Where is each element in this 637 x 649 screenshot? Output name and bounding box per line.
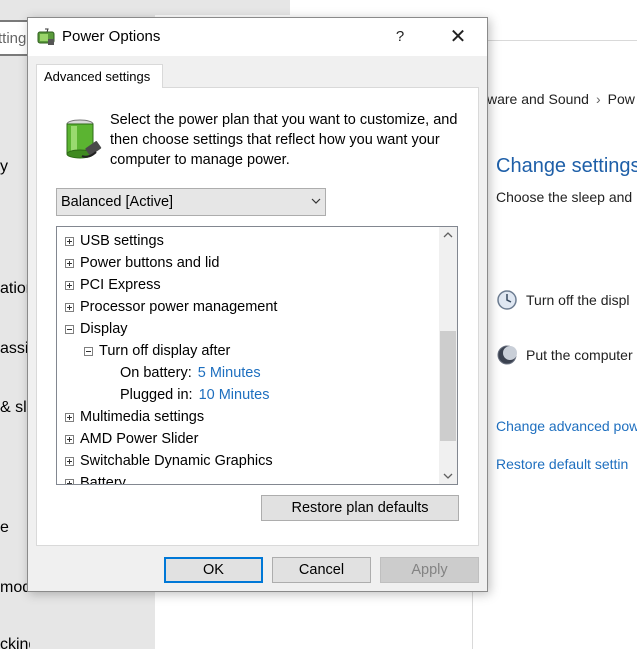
expand-plus-icon[interactable]: [65, 280, 74, 290]
display-timeout-row: Turn off the displ: [496, 289, 630, 311]
ok-button[interactable]: OK: [164, 557, 263, 583]
sleep-row: Put the computer: [496, 344, 633, 366]
change-advanced-link[interactable]: Change advanced pow: [496, 418, 637, 434]
battery-plug-icon: [66, 119, 102, 159]
expand-plus-icon[interactable]: [65, 456, 74, 466]
chevron-down-icon: [311, 198, 321, 204]
tree-item-amd-slider[interactable]: AMD Power Slider: [65, 428, 198, 450]
help-button[interactable]: ?: [380, 18, 420, 56]
settings-nav-item[interactable]: ation: [0, 280, 30, 298]
settings-search-input[interactable]: tting: [0, 20, 30, 56]
display-timeout-label: Turn off the displ: [526, 292, 630, 308]
plugged-in-value[interactable]: 10 Minutes: [199, 384, 270, 406]
tree-item-processor[interactable]: Processor power management: [65, 296, 277, 318]
expand-plus-icon[interactable]: [65, 236, 74, 246]
tree-item-multimedia[interactable]: Multimedia settings: [65, 406, 204, 428]
tree-item-label: AMD Power Slider: [80, 431, 199, 447]
sleep-moon-icon: [497, 345, 517, 365]
tree-item-pci[interactable]: PCI Express: [65, 274, 161, 296]
tree-item-label: USB settings: [80, 233, 164, 249]
expand-plus-icon[interactable]: [65, 478, 74, 484]
expand-plus-icon[interactable]: [65, 412, 74, 422]
display-timer-icon: [497, 290, 517, 310]
apply-button[interactable]: Apply: [380, 557, 479, 583]
tree-item-label: Processor power management: [80, 299, 278, 315]
power-plan-value: Balanced [Active]: [61, 194, 174, 210]
collapse-minus-icon[interactable]: [84, 346, 93, 356]
breadcrumb-item[interactable]: ware and Sound: [487, 91, 589, 107]
tree-item-display[interactable]: Display: [65, 318, 128, 340]
expand-plus-icon[interactable]: [65, 258, 74, 268]
scroll-up-icon[interactable]: [439, 227, 457, 244]
tree-item-label: Switchable Dynamic Graphics: [80, 453, 273, 469]
settings-nav-item[interactable]: mode: [0, 579, 30, 597]
on-battery-label: On battery:: [120, 365, 192, 381]
breadcrumb: ware and Sound › Pow: [487, 91, 635, 107]
page-title: Change settings: [496, 155, 637, 177]
tree-item-label: PCI Express: [80, 277, 161, 293]
dialog-titlebar[interactable]: Power Options ? ✕: [28, 18, 487, 56]
tree-item-on-battery[interactable]: On battery: 5 Minutes: [120, 362, 261, 384]
tree-item-label: Turn off display after: [99, 343, 231, 359]
plugged-in-label: Plugged in:: [120, 387, 193, 403]
close-icon[interactable]: ✕: [437, 18, 479, 56]
tree-scrollbar[interactable]: [439, 227, 457, 484]
power-plan-select[interactable]: Balanced [Active]: [56, 188, 326, 216]
power-options-icon: [37, 28, 55, 45]
settings-nav-item[interactable]: & sl: [0, 399, 30, 417]
scroll-down-icon[interactable]: [439, 467, 457, 484]
breadcrumb-item[interactable]: Pow: [608, 91, 635, 107]
tab-advanced-settings[interactable]: Advanced settings: [36, 64, 163, 88]
settings-nav-item[interactable]: y: [0, 158, 30, 176]
restore-plan-defaults-button[interactable]: Restore plan defaults: [261, 495, 459, 521]
settings-tree[interactable]: USB settings Power buttons and lid PCI E…: [56, 226, 458, 485]
expand-plus-icon[interactable]: [65, 302, 74, 312]
tree-item-usb[interactable]: USB settings: [65, 230, 164, 252]
power-options-dialog: Power Options ? ✕ Advanced settings Sele…: [27, 17, 488, 592]
tree-item-label: Power buttons and lid: [80, 255, 220, 271]
tree-item-switchable-graphics[interactable]: Switchable Dynamic Graphics: [65, 450, 273, 472]
page-subtitle: Choose the sleep and: [496, 189, 633, 205]
settings-nav-item[interactable]: e: [0, 519, 30, 537]
expand-plus-icon[interactable]: [65, 434, 74, 444]
scrollbar-thumb[interactable]: [440, 331, 456, 441]
tree-item-plugged-in[interactable]: Plugged in: 10 Minutes: [120, 384, 270, 406]
restore-default-link[interactable]: Restore default settin: [496, 456, 628, 472]
chevron-right-icon: ›: [595, 91, 601, 107]
tree-item-label: Display: [80, 321, 128, 337]
control-panel-border: [472, 40, 637, 41]
tree-item-label: Battery: [80, 475, 126, 485]
dialog-title: Power Options: [62, 28, 161, 45]
settings-nav-item[interactable]: cking: [0, 636, 30, 649]
advanced-settings-panel: Select the power plan that you want to c…: [36, 87, 479, 546]
settings-top-strip: [0, 0, 290, 15]
on-battery-value[interactable]: 5 Minutes: [198, 362, 261, 384]
tree-item-power-buttons[interactable]: Power buttons and lid: [65, 252, 219, 274]
tree-item-label: Multimedia settings: [80, 409, 205, 425]
cancel-button[interactable]: Cancel: [272, 557, 371, 583]
collapse-minus-icon[interactable]: [65, 324, 74, 334]
settings-nav-item[interactable]: assis: [0, 340, 30, 358]
sleep-label: Put the computer: [526, 347, 633, 363]
search-partial-text: tting: [0, 30, 27, 47]
tree-item-turn-off-display[interactable]: Turn off display after: [84, 340, 230, 362]
intro-text: Select the power plan that you want to c…: [110, 112, 458, 168]
tree-item-battery[interactable]: Battery: [65, 472, 126, 485]
